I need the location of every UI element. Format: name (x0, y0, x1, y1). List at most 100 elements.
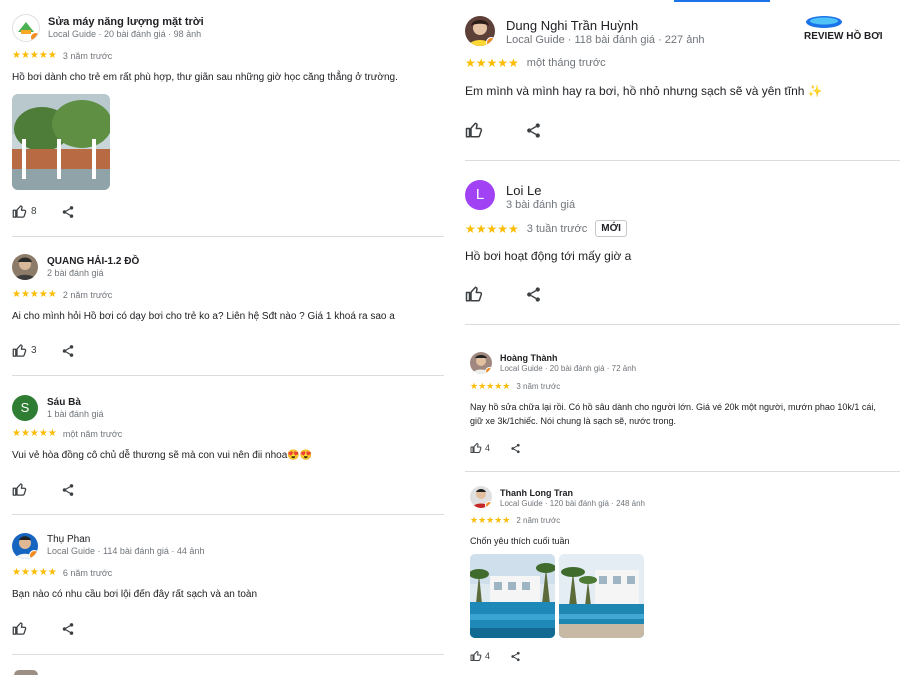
like-button[interactable]: 8 (12, 204, 37, 219)
review-text-line-1: Nay hồ sửa chữa lại rồi. Có hồ sâu dành … (470, 402, 876, 412)
review-time: một năm trước (62, 428, 123, 439)
avatar[interactable] (12, 254, 38, 280)
star-rating: ★★★★★ (465, 56, 519, 70)
avatar-letter: S (12, 395, 38, 421)
reviewer-meta: Local Guide · 118 bài đánh giá · 227 ảnh (506, 34, 705, 46)
avatar[interactable]: S (12, 395, 38, 421)
reviewer-name[interactable]: Sửa máy năng lượng mặt trời (48, 16, 204, 28)
reviewer-name[interactable]: QUANG HẢI-1.2 ĐỒ (47, 256, 139, 267)
avatar-letter: L (465, 180, 495, 210)
like-button[interactable] (465, 285, 483, 303)
local-guide-badge-icon (485, 501, 492, 508)
share-button[interactable] (61, 205, 75, 219)
thumbs-up-icon (12, 483, 27, 496)
review-card: Hoàng Thành Local Guide · 20 bài đánh gi… (470, 352, 900, 460)
avatar[interactable] (465, 16, 495, 46)
rating-row: ★★★★★ 2 năm trước (12, 289, 112, 300)
like-button[interactable] (12, 621, 27, 636)
like-count: 3 (31, 345, 37, 356)
like-button[interactable]: 4 (470, 442, 490, 454)
share-icon (527, 122, 540, 138)
share-button[interactable] (61, 483, 75, 497)
review-text: Chốn yêu thích cuối tuần (470, 536, 570, 546)
reviewer-name[interactable]: Thanh Long Tran (500, 488, 573, 498)
review-photo[interactable] (470, 554, 555, 638)
local-guide-badge-icon (30, 32, 39, 41)
review-time: 3 năm trước (62, 50, 113, 61)
share-button[interactable] (61, 344, 75, 358)
like-button[interactable]: 4 (470, 650, 490, 662)
review-photo[interactable] (559, 554, 644, 638)
review-actions (465, 285, 542, 303)
share-button[interactable] (525, 122, 542, 139)
reviewer-name[interactable]: Hoàng Thành (500, 353, 558, 363)
thumbs-up-icon (12, 622, 27, 635)
thumbs-up-icon (12, 344, 27, 357)
review-card: QUANG HẢI-1.2 ĐỒ 2 bài đánh giá ★★★★★ 2 … (12, 254, 444, 364)
rating-row: ★★★★★ một tháng trước (465, 56, 606, 70)
share-icon (62, 622, 74, 635)
reviewer-name[interactable]: Loi Le (506, 183, 541, 198)
thumbs-up-icon (465, 286, 483, 302)
like-count: 4 (485, 651, 491, 661)
share-icon (511, 443, 520, 453)
like-button[interactable] (465, 121, 483, 139)
review-actions: 4 (470, 442, 521, 454)
share-button[interactable] (525, 286, 542, 303)
review-time: 2 năm trước (516, 516, 561, 525)
reviewer-meta: Local Guide · 20 bài đánh giá · 98 ảnh (48, 29, 202, 39)
divider (12, 654, 444, 655)
review-actions: 4 (470, 650, 521, 662)
share-icon (62, 205, 73, 218)
review-card: S Sáu Bà 1 bài đánh giá ★★★★★ một năm tr… (12, 395, 444, 505)
share-button[interactable] (61, 622, 75, 636)
review-actions (465, 121, 542, 139)
review-time: 2 năm trước (62, 289, 113, 300)
person-photo-icon (12, 254, 38, 280)
review-text: Ai cho mình hỏi Hồ bơi có dạy bơi cho tr… (12, 311, 395, 322)
review-text: Hồ bơi dành cho trẻ em rất phù hợp, thư … (12, 72, 398, 83)
review-photo[interactable] (12, 94, 110, 190)
review-time: 3 năm trước (516, 382, 561, 391)
review-card: Dung Nghi Trần Huỳnh Local Guide · 118 b… (465, 16, 900, 144)
reviewer-name[interactable]: Sáu Bà (47, 397, 81, 408)
top-accent-bar (674, 0, 770, 2)
star-rating: ★★★★★ (470, 515, 511, 525)
review-text: Vui vẻ hòa đồng cô chủ dễ thương sẽ mà c… (12, 450, 313, 461)
reviewer-meta: Local Guide · 114 bài đánh giá · 44 ảnh (47, 546, 205, 556)
rating-row: ★★★★★ 3 tuần trước MỚI (465, 220, 627, 237)
review-actions: 3 (12, 343, 75, 358)
like-button[interactable]: 3 (12, 343, 37, 358)
avatar[interactable]: L (465, 180, 495, 210)
reviewer-name[interactable]: Thụ Phan (47, 534, 90, 545)
reviewer-meta: 2 bài đánh giá (47, 268, 104, 278)
divider (12, 236, 444, 237)
avatar[interactable] (470, 486, 492, 508)
review-actions: 8 (12, 204, 75, 219)
review-time: một tháng trước (526, 57, 606, 69)
divider (465, 324, 900, 325)
reviewer-name[interactable]: Dung Nghi Trần Huỳnh (506, 18, 638, 33)
share-button[interactable] (510, 443, 521, 454)
divider (465, 160, 900, 161)
share-button[interactable] (510, 651, 521, 662)
local-guide-badge-icon (29, 550, 38, 559)
rating-row: ★★★★★ 3 năm trước (470, 381, 560, 392)
review-card: Thụ Phan Local Guide · 114 bài đánh giá … (12, 533, 444, 643)
star-rating: ★★★★★ (465, 221, 519, 236)
star-rating: ★★★★★ (12, 289, 57, 300)
new-badge: MỚI (595, 220, 627, 237)
review-text: Hồ bơi hoạt động tới mấy giờ a (465, 249, 632, 263)
local-guide-badge-icon (486, 37, 495, 46)
review-time: 6 năm trước (62, 567, 113, 578)
divider (12, 514, 444, 515)
like-button[interactable] (12, 482, 27, 497)
rating-row: ★★★★★ 3 năm trước (12, 50, 112, 61)
avatar[interactable] (470, 352, 492, 374)
avatar[interactable] (12, 14, 40, 42)
like-count: 4 (485, 443, 491, 453)
review-text: Bạn nào có nhu cầu bơi lội đến đây rất s… (12, 589, 258, 600)
avatar[interactable] (12, 533, 38, 559)
review-actions (12, 482, 75, 497)
thumbs-up-icon (465, 122, 483, 138)
